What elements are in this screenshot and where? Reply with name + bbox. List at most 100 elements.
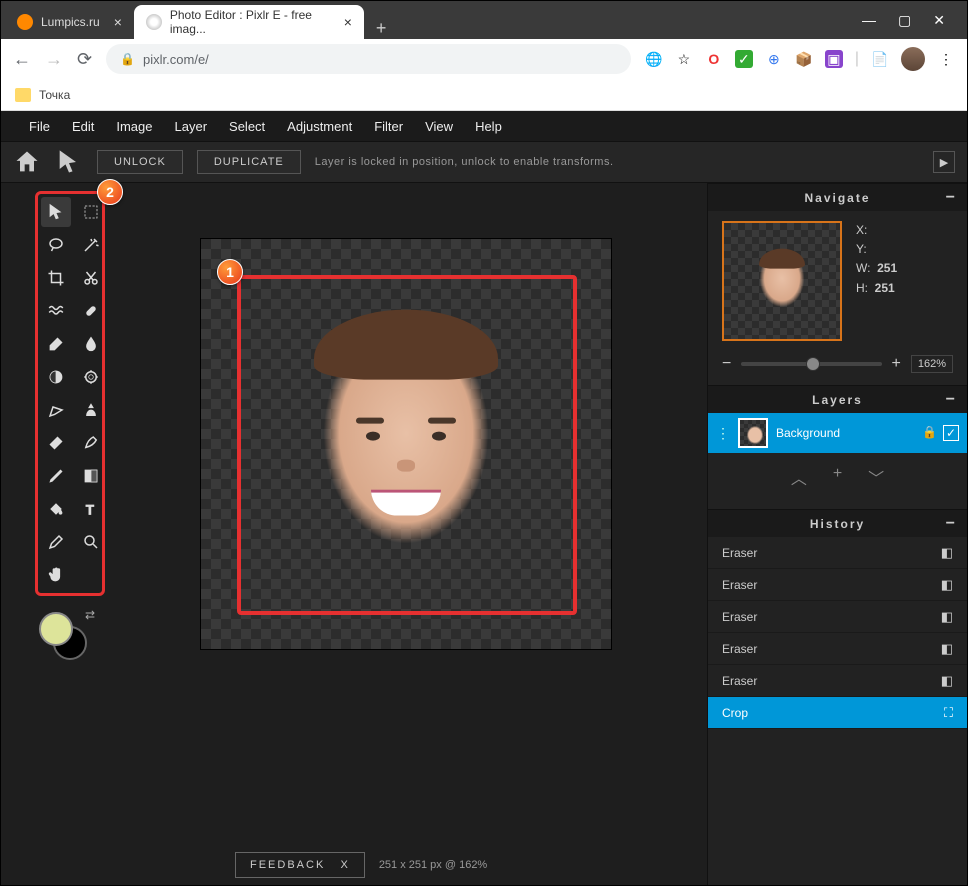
layer-down-button[interactable]: ﹀ <box>868 465 884 489</box>
ext-o-icon[interactable]: O <box>705 50 723 68</box>
collapse-icon[interactable]: − <box>946 515 957 533</box>
menu-edit[interactable]: Edit <box>72 119 94 134</box>
blur-tool[interactable] <box>76 329 106 359</box>
navigate-panel-header[interactable]: Navigate − <box>708 183 967 211</box>
history-item[interactable]: Eraser◧ <box>708 601 967 633</box>
ext-check-icon[interactable]: ✓ <box>735 50 753 68</box>
cursor-icon[interactable] <box>55 148 83 176</box>
fill-tool[interactable] <box>41 494 71 524</box>
history-item[interactable]: Eraser◧ <box>708 537 967 569</box>
close-icon[interactable]: × <box>114 14 122 30</box>
brush-tool[interactable] <box>41 329 71 359</box>
menu-filter[interactable]: Filter <box>374 119 403 134</box>
foreground-color-swatch[interactable] <box>39 612 73 646</box>
layer-name: Background <box>776 426 840 440</box>
zoom-out-button[interactable]: − <box>722 355 731 373</box>
close-icon[interactable]: X <box>340 859 349 871</box>
clone-tool[interactable] <box>76 395 106 425</box>
navigator-thumb[interactable] <box>722 221 842 341</box>
history-panel-header[interactable]: History − <box>708 509 967 537</box>
menu-layer[interactable]: Layer <box>175 119 208 134</box>
cutout-tool[interactable] <box>76 263 106 293</box>
annotation-2: 2 <box>97 179 123 205</box>
zoom-value[interactable]: 162% <box>911 355 953 373</box>
duplicate-button[interactable]: DUPLICATE <box>197 150 301 174</box>
menu-help[interactable]: Help <box>475 119 502 134</box>
canvas[interactable]: 1 <box>201 239 611 649</box>
drag-handle-icon[interactable]: ⋮ <box>716 425 730 442</box>
reload-button[interactable]: ⟳ <box>77 49 92 70</box>
collapse-icon[interactable]: − <box>946 391 957 409</box>
browser-tab-lumpics[interactable]: Lumpics.ru × <box>5 5 134 39</box>
eraser-tool[interactable] <box>41 428 71 458</box>
zoom-slider[interactable] <box>741 362 881 366</box>
zoom-in-button[interactable]: + <box>892 355 901 373</box>
heal-tool[interactable] <box>76 296 106 326</box>
reading-list-icon[interactable]: 📄 <box>871 50 889 68</box>
liquify-tool[interactable] <box>41 296 71 326</box>
hand-tool[interactable] <box>41 560 71 590</box>
canvas-status: 251 x 251 px @ 162% <box>379 859 487 871</box>
history-item[interactable]: Eraser◧ <box>708 569 967 601</box>
svg-text:T: T <box>86 502 95 517</box>
pencil-tool[interactable] <box>41 461 71 491</box>
unlock-button[interactable]: UNLOCK <box>97 150 183 174</box>
back-button[interactable]: ← <box>13 49 31 70</box>
toolbox: 2 <box>1 183 105 885</box>
picker-tool[interactable] <box>41 527 71 557</box>
home-icon[interactable] <box>13 148 41 176</box>
ext-box-icon[interactable]: 📦 <box>795 50 813 68</box>
sponge-tool[interactable] <box>76 362 106 392</box>
history-item[interactable]: Crop⛶ <box>708 697 967 729</box>
ext-purple-icon[interactable]: ▣ <box>825 50 843 68</box>
menu-view[interactable]: View <box>425 119 453 134</box>
maximize-button[interactable]: ▢ <box>898 12 911 29</box>
image-content <box>296 304 516 574</box>
translate-icon[interactable]: 🌐 <box>645 50 663 68</box>
layer-status-text: Layer is locked in position, unlock to e… <box>315 156 614 168</box>
wand-tool[interactable] <box>76 230 106 260</box>
lasso-tool[interactable] <box>41 230 71 260</box>
menu-select[interactable]: Select <box>229 119 265 134</box>
lock-icon[interactable]: 🔒 <box>922 425 937 441</box>
color-swatches[interactable]: ⇄ <box>39 612 89 662</box>
menu-adjustment[interactable]: Adjustment <box>287 119 352 134</box>
feedback-button[interactable]: FEEDBACK X <box>235 852 365 878</box>
text-tool[interactable]: T <box>76 494 106 524</box>
menu-file[interactable]: File <box>29 119 50 134</box>
new-tab-button[interactable]: + <box>364 18 399 39</box>
close-icon[interactable]: × <box>344 14 352 30</box>
bookmark-item[interactable]: Точка <box>39 88 70 102</box>
layer-up-button[interactable]: ︿ <box>791 465 807 489</box>
menu-image[interactable]: Image <box>116 119 152 134</box>
collapse-icon[interactable]: − <box>946 189 957 207</box>
history-label: Eraser <box>722 546 757 560</box>
pen-tool[interactable] <box>41 395 71 425</box>
history-label: Eraser <box>722 610 757 624</box>
layers-panel-header[interactable]: Layers − <box>708 385 967 413</box>
add-layer-button[interactable]: + <box>833 465 842 489</box>
gradient-tool[interactable] <box>76 461 106 491</box>
swap-colors-icon[interactable]: ⇄ <box>85 608 95 622</box>
smudge-tool[interactable] <box>76 428 106 458</box>
address-bar[interactable]: 🔒 pixlr.com/e/ <box>106 44 631 74</box>
history-label: Eraser <box>722 642 757 656</box>
crop-tool[interactable] <box>41 263 71 293</box>
menubar: File Edit Image Layer Select Adjustment … <box>1 111 967 141</box>
profile-avatar[interactable] <box>901 47 925 71</box>
expand-panels-icon[interactable]: ▶ <box>933 151 955 173</box>
menu-icon[interactable]: ⋮ <box>937 50 955 68</box>
history-item[interactable]: Eraser◧ <box>708 665 967 697</box>
layer-item-background[interactable]: ⋮ Background 🔒 ✓ <box>708 413 967 453</box>
bookmark-star-icon[interactable]: ☆ <box>675 50 693 68</box>
close-window-button[interactable]: ✕ <box>933 12 945 29</box>
dodge-tool[interactable] <box>41 362 71 392</box>
ext-globe-icon[interactable]: ⊕ <box>765 50 783 68</box>
visibility-icon[interactable]: ✓ <box>943 425 959 441</box>
history-item[interactable]: Eraser◧ <box>708 633 967 665</box>
history-label: Eraser <box>722 674 757 688</box>
minimize-button[interactable]: — <box>862 12 876 29</box>
arrow-tool[interactable] <box>41 197 71 227</box>
zoom-tool[interactable] <box>76 527 106 557</box>
browser-tab-pixlr[interactable]: Photo Editor : Pixlr E - free imag... × <box>134 5 364 39</box>
